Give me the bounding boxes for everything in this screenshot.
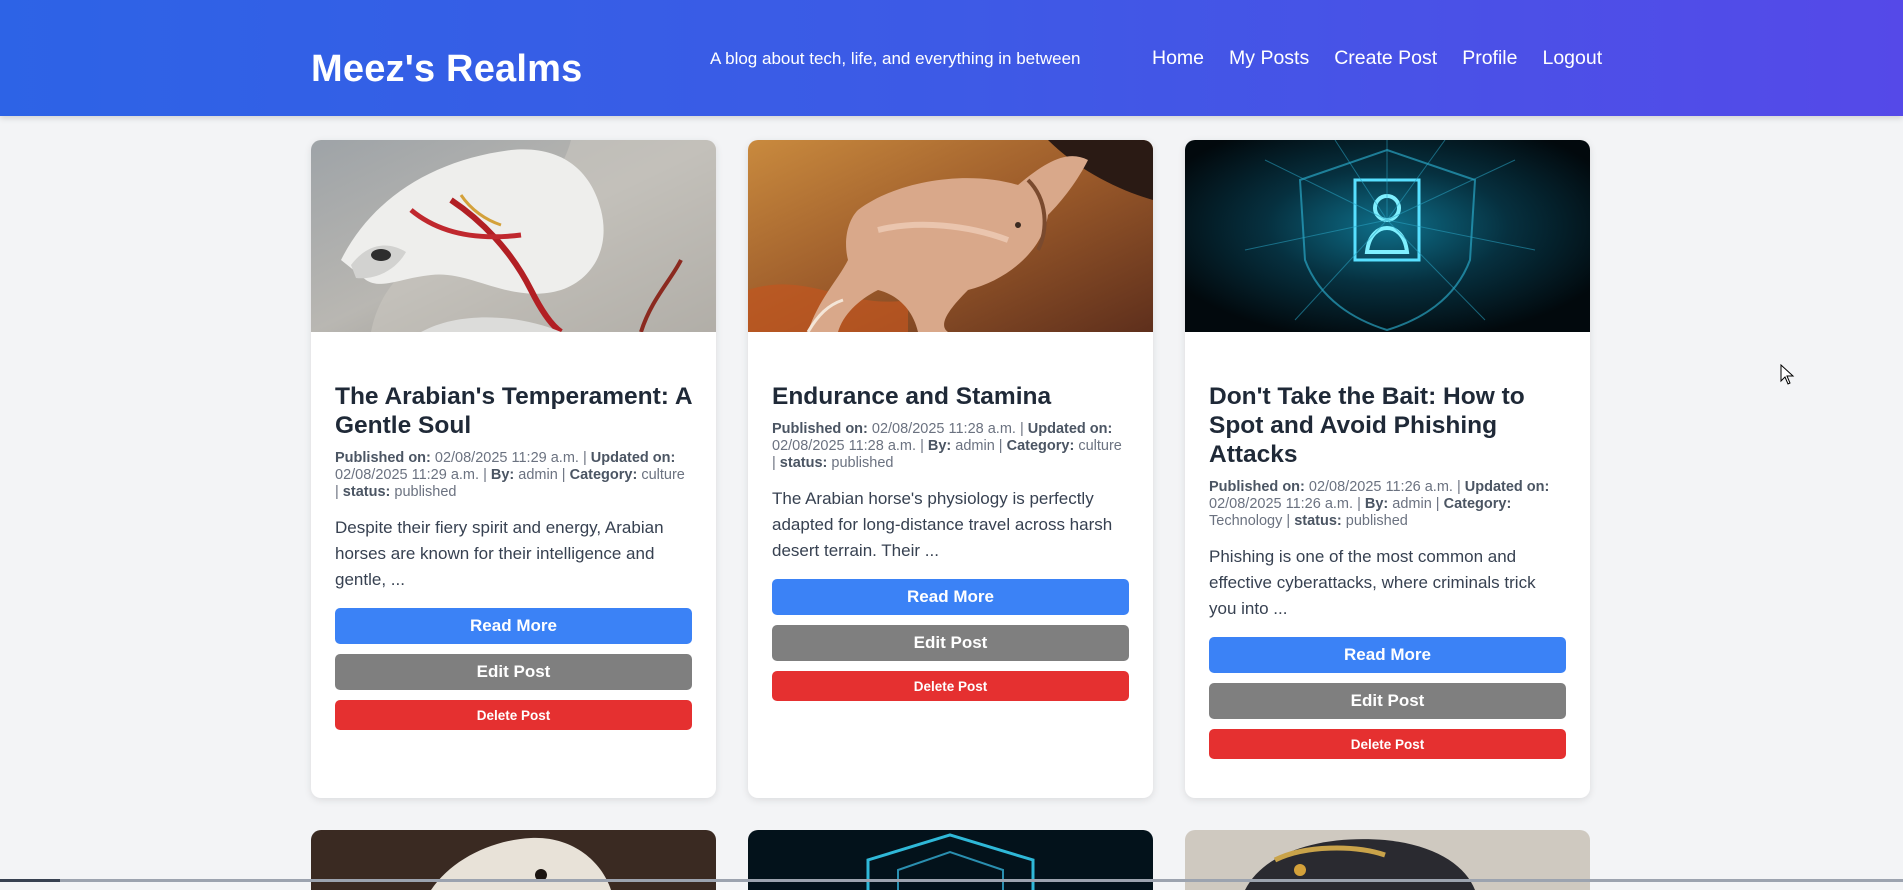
updated-date: 02/08/2025 11:28 a.m. xyxy=(772,438,917,454)
post-author: admin xyxy=(1392,496,1432,512)
post-excerpt: Phishing is one of the most common and e… xyxy=(1209,547,1536,618)
label-status: status: xyxy=(779,455,828,471)
post-title[interactable]: The Arabian's Temperament: A Gentle Soul xyxy=(335,382,692,440)
post-meta: Published on: 02/08/2025 11:29 a.m. | Up… xyxy=(335,450,685,500)
nav-profile[interactable]: Profile xyxy=(1462,47,1517,70)
label-updated: Updated on: xyxy=(1464,479,1550,495)
label-by: By: xyxy=(927,438,952,454)
post-author: admin xyxy=(955,438,995,454)
delete-post-button[interactable]: Delete Post xyxy=(335,700,692,730)
label-category: Category: xyxy=(1006,438,1075,454)
post-card: Don't Take the Bait: How to Spot and Avo… xyxy=(1185,140,1590,798)
post-meta: Published on: 02/08/2025 11:26 a.m. | Up… xyxy=(1209,479,1550,529)
label-category: Category: xyxy=(569,467,638,483)
post-category: Technology xyxy=(1209,513,1283,529)
site-brand[interactable]: Meez's Realms xyxy=(311,48,582,91)
post-image-cyber-shield xyxy=(1185,140,1590,332)
label-by: By: xyxy=(490,467,515,483)
site-tagline: A blog about tech, life, and everything … xyxy=(710,49,1081,68)
label-category: Category: xyxy=(1443,496,1512,512)
edit-post-button[interactable]: Edit Post xyxy=(335,654,692,690)
edit-post-button[interactable]: Edit Post xyxy=(772,625,1129,661)
label-published: Published on: xyxy=(335,450,431,466)
nav-create-post[interactable]: Create Post xyxy=(1334,47,1437,70)
post-category: culture xyxy=(641,467,685,483)
post-status: published xyxy=(394,484,457,500)
post-image-galloping-horse xyxy=(748,140,1153,332)
read-more-button[interactable]: Read More xyxy=(1209,637,1566,673)
updated-date: 02/08/2025 11:29 a.m. xyxy=(335,467,480,483)
edit-post-button[interactable]: Edit Post xyxy=(1209,683,1566,719)
label-status: status: xyxy=(1294,513,1342,529)
post-category: culture xyxy=(1078,438,1122,454)
delete-post-button[interactable]: Delete Post xyxy=(1209,729,1566,759)
post-excerpt: The Arabian horse's physiology is perfec… xyxy=(772,489,1113,560)
mouse-cursor-icon xyxy=(1780,364,1795,385)
main-nav: Home My Posts Create Post Profile Logout xyxy=(1152,47,1602,70)
post-status: published xyxy=(831,455,894,471)
post-meta: Published on: 02/08/2025 11:28 a.m. | Up… xyxy=(772,421,1122,471)
updated-date: 02/08/2025 11:26 a.m. xyxy=(1209,496,1354,512)
post-author: admin xyxy=(518,467,558,483)
post-card: Endurance and Stamina Published on: 02/0… xyxy=(748,140,1153,798)
site-header: Meez's Realms A blog about tech, life, a… xyxy=(0,0,1903,116)
nav-home[interactable]: Home xyxy=(1152,47,1204,70)
label-published: Published on: xyxy=(772,421,868,437)
post-image-white-horse xyxy=(311,140,716,332)
post-title[interactable]: Endurance and Stamina xyxy=(772,382,1129,411)
post-card: The Arabian's Temperament: A Gentle Soul… xyxy=(311,140,716,798)
label-updated: Updated on: xyxy=(590,450,676,466)
post-title[interactable]: Don't Take the Bait: How to Spot and Avo… xyxy=(1209,382,1566,469)
post-status: published xyxy=(1345,513,1408,529)
published-date: 02/08/2025 11:29 a.m. xyxy=(434,450,579,466)
published-date: 02/08/2025 11:26 a.m. xyxy=(1308,479,1453,495)
nav-logout[interactable]: Logout xyxy=(1542,47,1602,70)
read-more-button[interactable]: Read More xyxy=(335,608,692,644)
delete-post-button[interactable]: Delete Post xyxy=(772,671,1129,701)
nav-my-posts[interactable]: My Posts xyxy=(1229,47,1309,70)
post-excerpt: Despite their fiery spirit and energy, A… xyxy=(335,518,664,589)
published-date: 02/08/2025 11:28 a.m. xyxy=(871,421,1016,437)
label-updated: Updated on: xyxy=(1027,421,1113,437)
label-status: status: xyxy=(342,484,391,500)
label-by: By: xyxy=(1364,496,1389,512)
read-more-button[interactable]: Read More xyxy=(772,579,1129,615)
label-published: Published on: xyxy=(1209,479,1305,495)
